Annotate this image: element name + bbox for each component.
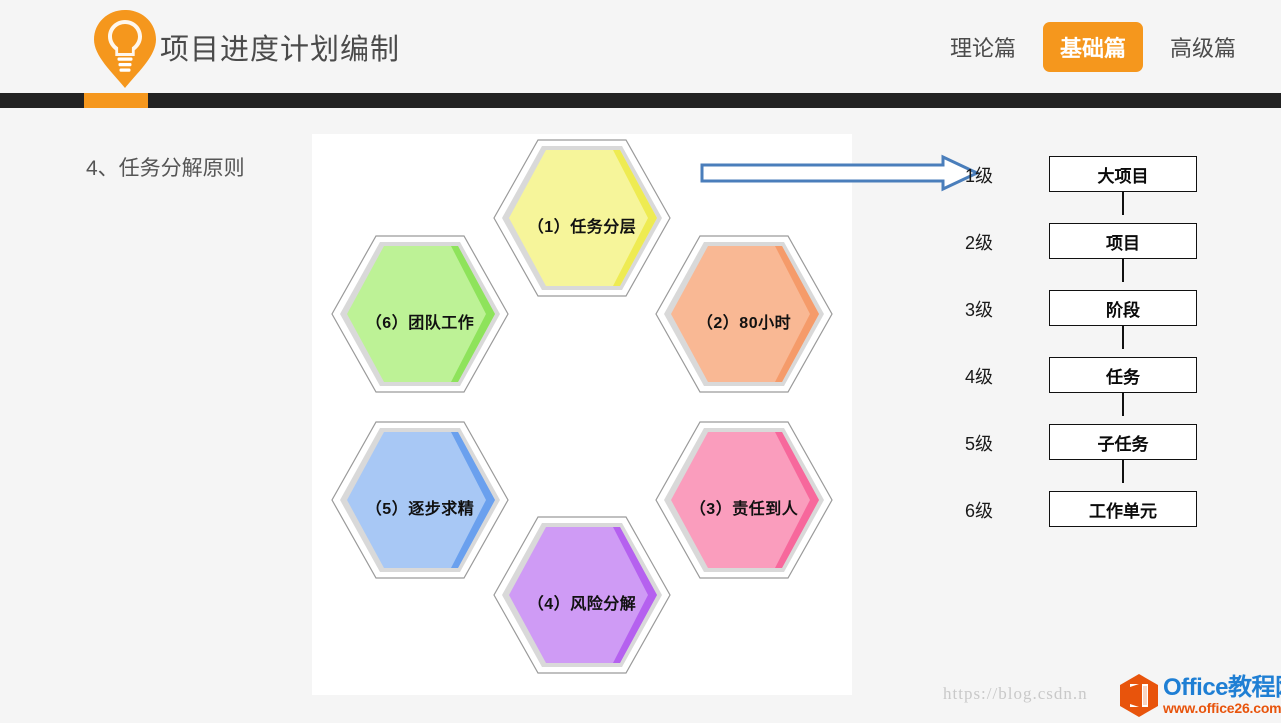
level-box[interactable]: 子任务	[1049, 424, 1197, 460]
top-navigation: 理论篇 基础篇 高级篇	[933, 22, 1253, 72]
level-tag: 3级	[965, 300, 994, 320]
wbs-level-list: 1级 大项目 2级 项目 3级 阶段 4级 任务 5级 子任务 6级 工作单元	[965, 148, 1215, 550]
page-header: 项目进度计划编制 理论篇 基础篇 高级篇	[0, 0, 1281, 93]
level-row: 2级 项目	[965, 215, 1215, 282]
level-connector	[1122, 192, 1124, 215]
hexagon-item-4[interactable]: （4）风险分解	[489, 509, 675, 695]
level-tag: 4级	[965, 367, 994, 387]
level-row: 5级 子任务	[965, 416, 1215, 483]
level-row: 1级 大项目	[965, 148, 1215, 215]
nav-tab-basic[interactable]: 基础篇	[1042, 22, 1143, 72]
page-title: 项目进度计划编制	[160, 34, 401, 66]
right-block-arrow-icon	[700, 154, 981, 192]
hexagon-item-3[interactable]: （3）责任到人	[651, 414, 837, 600]
level-tag: 5级	[965, 434, 994, 454]
level-row: 6级 工作单元	[965, 483, 1215, 550]
section-title: 4、任务分解原则	[86, 157, 245, 180]
level-row: 4级 任务	[965, 349, 1215, 416]
office-tutorial-logo: Office教程网 www.office26.com	[1118, 673, 1281, 718]
hexagon-item-1[interactable]: （1）任务分层	[489, 132, 675, 318]
hexagon-item-6[interactable]: （6）团队工作	[327, 228, 513, 414]
office-hex-logo-icon	[1118, 673, 1160, 718]
level-connector	[1122, 460, 1124, 483]
office-logo-url: www.office26.com	[1163, 700, 1281, 716]
level-box[interactable]: 阶段	[1049, 290, 1197, 326]
level-connector	[1122, 259, 1124, 282]
nav-tab-advanced[interactable]: 高级篇	[1153, 22, 1253, 72]
header-accent-segment	[84, 93, 148, 108]
header-dark-bar	[0, 93, 1281, 108]
hexagon-diagram-panel: （1）任务分层 （2）80小时 （3）责任到人 （4）风险分解 （5）逐步求精 …	[312, 134, 852, 695]
hexagon-label-3: （3）责任到人	[689, 501, 799, 518]
level-box[interactable]: 项目	[1049, 223, 1197, 259]
hexagon-label-1: （1）任务分层	[527, 219, 637, 236]
level-box[interactable]: 大项目	[1049, 156, 1197, 192]
level-tag: 6级	[965, 501, 994, 521]
hexagon-label-2: （2）80小时	[696, 315, 792, 332]
level-tag: 2级	[965, 233, 994, 253]
level-row: 3级 阶段	[965, 282, 1215, 349]
level-tag: 1级	[965, 166, 994, 186]
lightbulb-pin-icon	[92, 8, 158, 90]
nav-tab-theory[interactable]: 理论篇	[933, 22, 1033, 72]
office-logo-name: Office教程网	[1163, 674, 1281, 701]
hexagon-label-4: （4）风险分解	[527, 596, 637, 613]
csdn-watermark: https://blog.csdn.n	[943, 684, 1088, 703]
level-box[interactable]: 任务	[1049, 357, 1197, 393]
hexagon-label-5: （5）逐步求精	[365, 501, 475, 518]
hexagon-label-6: （6）团队工作	[365, 315, 475, 332]
level-connector	[1122, 393, 1124, 416]
level-box[interactable]: 工作单元	[1049, 491, 1197, 527]
office-logo-text: Office教程网 www.office26.com	[1163, 674, 1281, 716]
hexagon-item-2[interactable]: （2）80小时	[651, 228, 837, 414]
hexagon-item-5[interactable]: （5）逐步求精	[327, 414, 513, 600]
level-connector	[1122, 326, 1124, 349]
